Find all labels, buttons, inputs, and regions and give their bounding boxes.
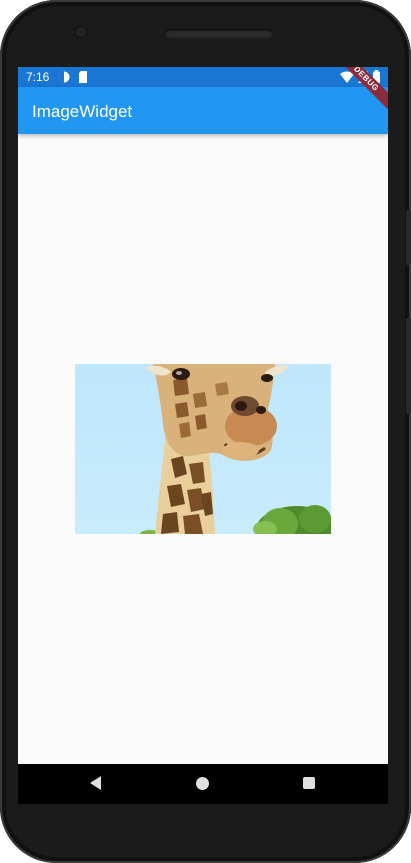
recent-apps-icon[interactable] (303, 777, 315, 789)
giraffe-image (75, 364, 331, 534)
status-bar: 7:16 (18, 67, 388, 87)
front-camera (76, 27, 86, 37)
page-title: ImageWidget (32, 102, 133, 121)
home-icon[interactable] (196, 777, 209, 790)
sim-card-icon (78, 71, 88, 86)
back-icon[interactable] (90, 776, 101, 790)
status-time: 7:16 (26, 70, 50, 84)
earpiece-speaker (165, 29, 273, 38)
navigation-bar (18, 764, 388, 804)
volume-button (406, 318, 411, 414)
screen: 7:16 ImageWidget DEBUG (18, 67, 388, 794)
power-button (406, 210, 411, 265)
phone-frame: 7:16 ImageWidget DEBUG (0, 0, 411, 863)
data-saver-icon (58, 71, 70, 86)
app-bar: ImageWidget (18, 87, 388, 134)
